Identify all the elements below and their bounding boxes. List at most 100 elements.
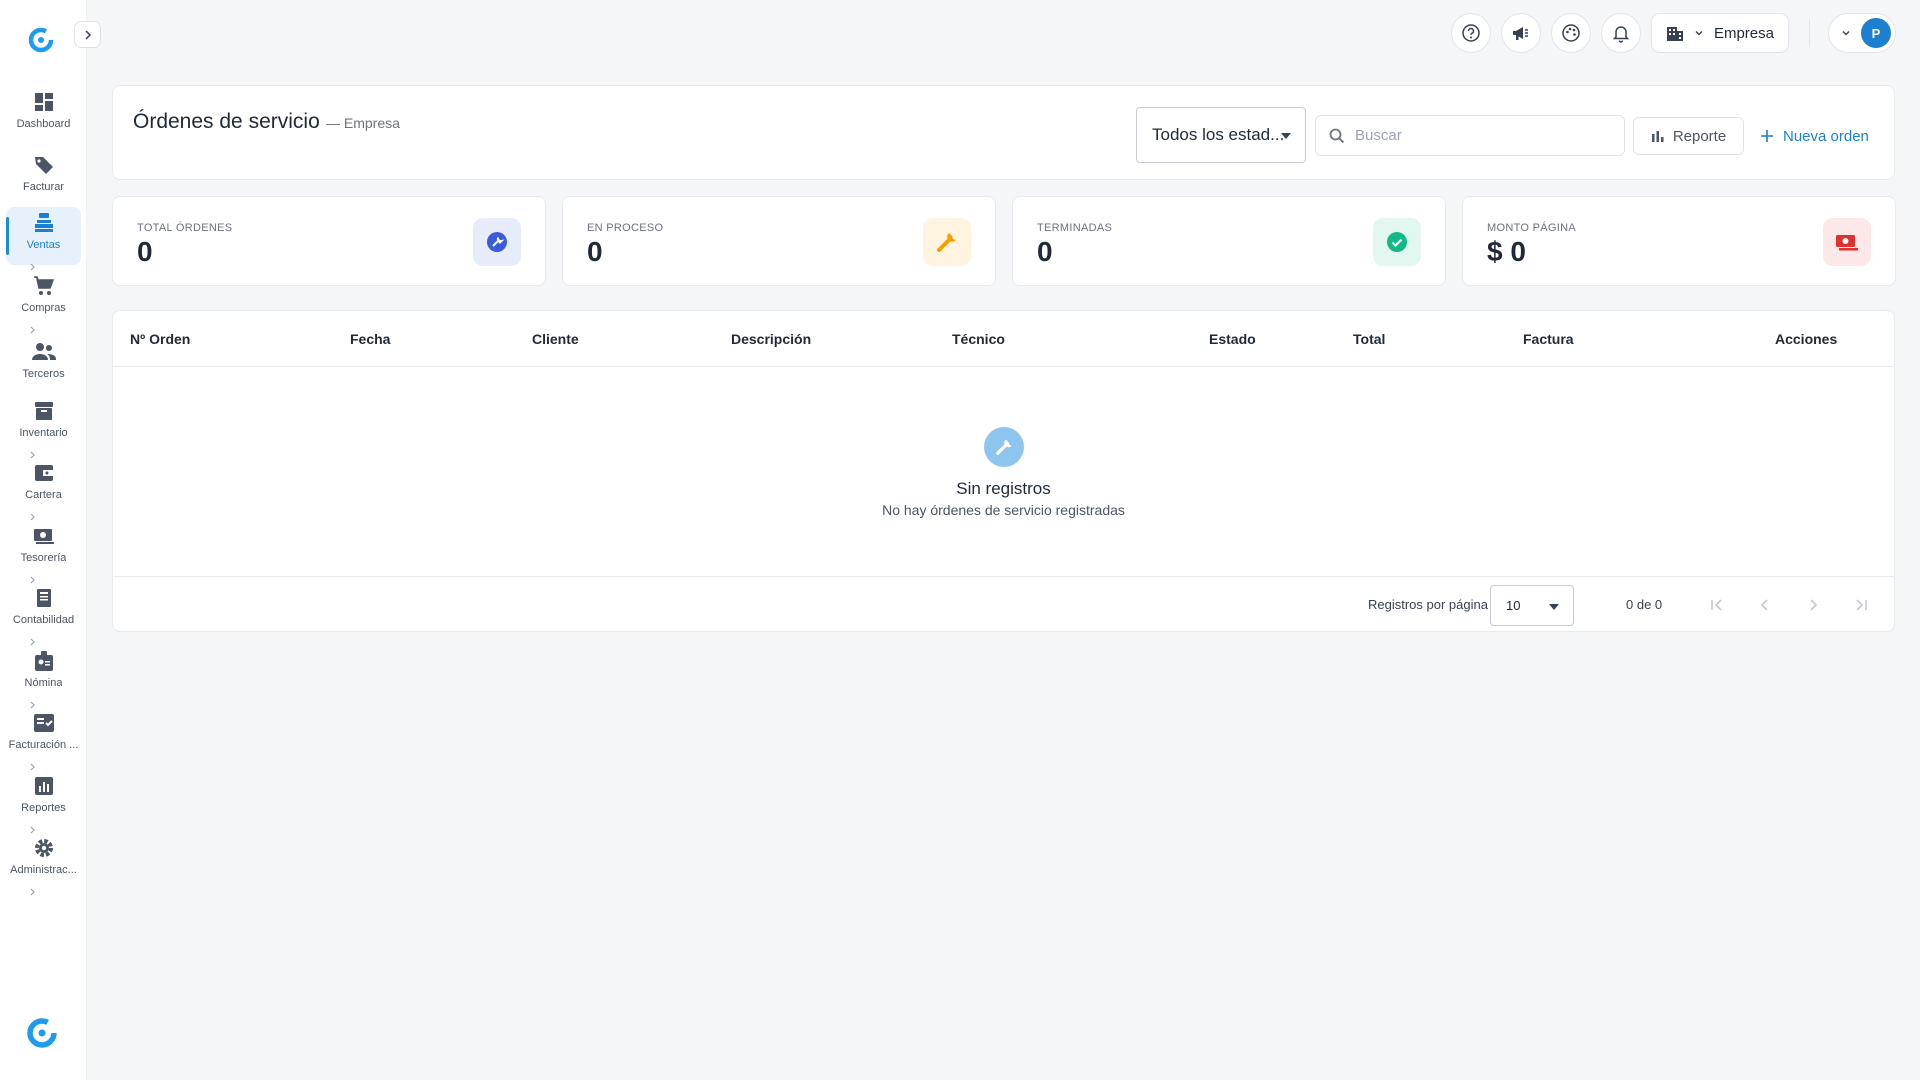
- people-icon: [31, 340, 56, 364]
- sidebar-item-nomina[interactable]: Nómina: [0, 642, 87, 709]
- sidebar-item-cartera[interactable]: Cartera: [0, 454, 87, 521]
- announcements-button[interactable]: [1500, 13, 1541, 53]
- last-page-icon: [1856, 599, 1867, 611]
- archive-box-icon: [32, 399, 56, 423]
- stat-icon-box: [473, 218, 521, 266]
- column-header[interactable]: Total: [1353, 331, 1385, 347]
- topbar-actions: Empresa P: [1441, 13, 1896, 53]
- sidebar-item-contabilidad[interactable]: Contabilidad: [0, 579, 87, 646]
- status-filter-select[interactable]: Todos los estad...: [1136, 107, 1306, 163]
- help-button[interactable]: [1450, 13, 1491, 53]
- sidebar-item-tesoreria[interactable]: Tesorería: [0, 517, 87, 584]
- sidebar-item-label: Compras: [21, 301, 66, 314]
- stat-label: TERMINADAS: [1037, 222, 1113, 234]
- sidebar: Dashboard Facturar Ventas Compras Tercer…: [0, 0, 87, 1080]
- column-header[interactable]: Descripción: [731, 331, 811, 347]
- sidebar-item-label: Contabilidad: [12, 614, 75, 627]
- stat-value: 0: [137, 236, 153, 267]
- sidebar-item-label: Nómina: [24, 676, 63, 689]
- column-header[interactable]: Factura: [1523, 331, 1574, 347]
- empty-state: Sin registros No hay órdenes de servicio…: [113, 367, 1894, 577]
- sidebar-item-administracion[interactable]: Administrac...: [0, 829, 87, 896]
- id-badge-icon: [32, 649, 56, 673]
- sidebar-item-reportes[interactable]: Reportes: [0, 767, 87, 834]
- search-input[interactable]: [1355, 127, 1605, 144]
- theme-button[interactable]: [1550, 13, 1591, 53]
- new-order-button[interactable]: Nueva orden: [1761, 117, 1869, 155]
- rows-per-page-select[interactable]: 10: [1490, 585, 1574, 626]
- chevron-right-icon: [30, 888, 35, 896]
- first-page-icon: [1711, 599, 1722, 611]
- sidebar-item-facturacion[interactable]: Facturación ...: [0, 704, 87, 771]
- cart-icon: [32, 274, 56, 298]
- sidebar-item-compras[interactable]: Compras: [0, 267, 87, 334]
- sidebar-item-label: Cartera: [25, 489, 62, 502]
- stat-icon-box: [1823, 218, 1871, 266]
- last-page-button[interactable]: [1849, 593, 1873, 617]
- column-header[interactable]: Estado: [1209, 331, 1256, 347]
- active-indicator: [6, 217, 9, 255]
- stat-value: 0: [1037, 236, 1053, 267]
- app-logo-icon[interactable]: [26, 25, 56, 55]
- money-icon: [32, 524, 56, 548]
- sidebar-item-label: Ventas: [26, 239, 61, 252]
- empty-title: Sin registros: [956, 479, 1051, 498]
- palette-icon: [1562, 24, 1580, 42]
- stat-card-finished: TERMINADAS 0: [1012, 196, 1446, 286]
- empty-subtitle: No hay órdenes de servicio registradas: [882, 502, 1125, 518]
- stat-value: $ 0: [1487, 236, 1526, 267]
- search-icon: [1329, 128, 1345, 143]
- stat-icon-box: [1373, 218, 1421, 266]
- column-header: Acciones: [1775, 331, 1838, 347]
- stat-label: TOTAL ÓRDENES: [137, 222, 233, 234]
- megaphone-icon: [1512, 27, 1528, 40]
- sidebar-item-inventario[interactable]: Inventario: [0, 392, 87, 459]
- stat-value: 0: [587, 236, 603, 267]
- check-circle-icon: [1387, 232, 1407, 252]
- column-header[interactable]: Nº Orden: [130, 331, 190, 347]
- new-order-label: Nueva orden: [1783, 127, 1869, 145]
- sidebar-item-label: Terceros: [22, 368, 65, 381]
- column-header[interactable]: Técnico: [952, 331, 1005, 347]
- sidebar-item-facturar[interactable]: Facturar: [0, 142, 87, 205]
- caret-down-icon: [1549, 604, 1559, 610]
- avatar: P: [1861, 18, 1891, 48]
- report-button[interactable]: Reporte: [1633, 117, 1744, 155]
- sidebar-item-ventas[interactable]: Ventas: [0, 204, 87, 271]
- search-box[interactable]: [1315, 115, 1625, 156]
- company-selector[interactable]: Empresa: [1650, 13, 1789, 53]
- sidebar-item-label: Reportes: [21, 801, 66, 814]
- pagination: Registros por página 10 0 de 0: [113, 576, 1894, 632]
- notifications-button[interactable]: [1600, 13, 1641, 53]
- sidebar-item-label: Tesorería: [20, 551, 67, 564]
- previous-page-button[interactable]: [1753, 593, 1777, 617]
- building-icon: [1666, 27, 1683, 41]
- wrench-circle-icon: [487, 232, 507, 252]
- stat-label: MONTO PÁGINA: [1487, 222, 1576, 234]
- dashboard-icon: [32, 90, 56, 114]
- pos-register-icon: [32, 211, 56, 235]
- page-title: Órdenes de servicio: [133, 110, 320, 133]
- caret-down-icon: [1281, 133, 1291, 139]
- stat-card-total: TOTAL ÓRDENES 0: [112, 196, 546, 286]
- sidebar-item-terceros[interactable]: Terceros: [0, 329, 87, 392]
- first-page-button[interactable]: [1705, 593, 1729, 617]
- wrench-icon: [937, 233, 956, 252]
- chevron-left-icon: [1760, 599, 1768, 611]
- user-menu-button[interactable]: P: [1828, 13, 1896, 53]
- sidebar-item-label: Inventario: [19, 426, 68, 439]
- column-header[interactable]: Cliente: [532, 331, 579, 347]
- tag-icon: [32, 153, 56, 177]
- divider: [1809, 19, 1810, 47]
- company-label: Empresa: [1713, 24, 1774, 42]
- stat-label: EN PROCESO: [587, 222, 664, 234]
- sidebar-toggle-button[interactable]: [74, 21, 101, 48]
- next-page-button[interactable]: [1801, 593, 1825, 617]
- column-header[interactable]: Fecha: [350, 331, 390, 347]
- wrench-icon: [984, 427, 1024, 467]
- chevron-right-icon: [1810, 599, 1818, 611]
- sidebar-item-dashboard[interactable]: Dashboard: [0, 79, 87, 142]
- money-icon: [1836, 235, 1858, 251]
- stat-card-page-amount: MONTO PÁGINA $ 0: [1462, 196, 1896, 286]
- rows-per-page-label: Registros por página: [1368, 597, 1488, 612]
